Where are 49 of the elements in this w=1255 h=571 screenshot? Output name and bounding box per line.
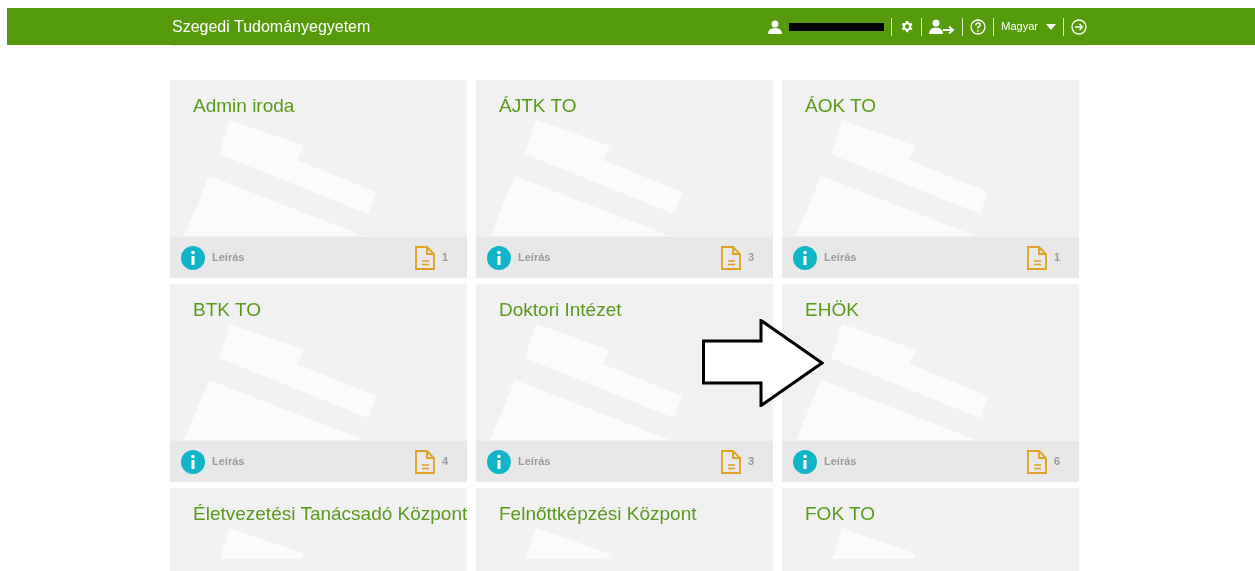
info-icon[interactable] — [487, 245, 511, 270]
document-count: 6 — [1053, 454, 1061, 470]
info-icon[interactable] — [487, 449, 511, 474]
category-tile[interactable]: FOK TO — [782, 488, 1079, 571]
help-icon[interactable] — [970, 18, 987, 35]
description-link[interactable]: Leírás — [518, 453, 551, 470]
tile-title: ÁJTK TO — [499, 95, 577, 116]
info-icon[interactable] — [793, 245, 817, 270]
category-tile[interactable]: Felnőttképzési Központ — [476, 488, 773, 571]
document-count: 1 — [1053, 250, 1061, 266]
info-icon[interactable] — [181, 449, 205, 474]
tile-title: EHÖK — [805, 299, 859, 320]
tile-title: Életvezetési Tanácsadó Központ — [193, 503, 467, 524]
info-icon[interactable] — [793, 449, 817, 474]
language-select[interactable]: Magyar — [1001, 18, 1056, 35]
description-link[interactable]: Leírás — [824, 249, 857, 266]
tile-title: ÁOK TO — [805, 95, 877, 116]
document-icon — [1026, 449, 1047, 474]
user-icon[interactable] — [768, 19, 783, 34]
info-icon[interactable] — [181, 245, 205, 270]
tile-title: Admin iroda — [193, 95, 295, 116]
category-tile[interactable]: BTK TO Leírás 4 — [170, 284, 467, 482]
document-icon — [1026, 245, 1047, 270]
tile-title: BTK TO — [193, 299, 261, 320]
description-link[interactable]: Leírás — [824, 453, 857, 470]
document-count: 3 — [747, 454, 755, 470]
caret-icon — [1046, 23, 1056, 30]
site-title: Szegedi Tudományegyetem — [172, 16, 371, 37]
category-tile[interactable]: EHÖK Leírás 6 — [782, 284, 1079, 482]
category-tile[interactable]: ÁOK TO Leírás 1 — [782, 80, 1079, 278]
category-tile[interactable]: Admin iroda Leírás 1 — [170, 80, 467, 278]
description-link[interactable]: Leírás — [518, 249, 551, 266]
category-tile[interactable]: ÁJTK TO Leírás 3 — [476, 80, 773, 278]
tile-title: Felnőttképzési Központ — [499, 503, 697, 524]
settings-icon[interactable] — [899, 19, 915, 34]
document-count: 3 — [747, 250, 755, 266]
description-link[interactable]: Leírás — [212, 453, 245, 470]
logout-icon[interactable] — [1071, 18, 1087, 35]
document-count: 1 — [441, 250, 449, 266]
category-tile[interactable]: Életvezetési Tanácsadó Központ — [170, 488, 467, 571]
document-count: 4 — [441, 454, 449, 470]
tile-title: FOK TO — [805, 503, 876, 524]
switch-user-icon[interactable] — [929, 19, 956, 34]
document-icon — [720, 245, 741, 270]
tile-title: Doktori Intézet — [499, 299, 622, 320]
document-icon — [414, 245, 435, 270]
description-link[interactable]: Leírás — [212, 249, 245, 266]
document-icon — [414, 449, 435, 474]
document-icon — [720, 449, 741, 474]
